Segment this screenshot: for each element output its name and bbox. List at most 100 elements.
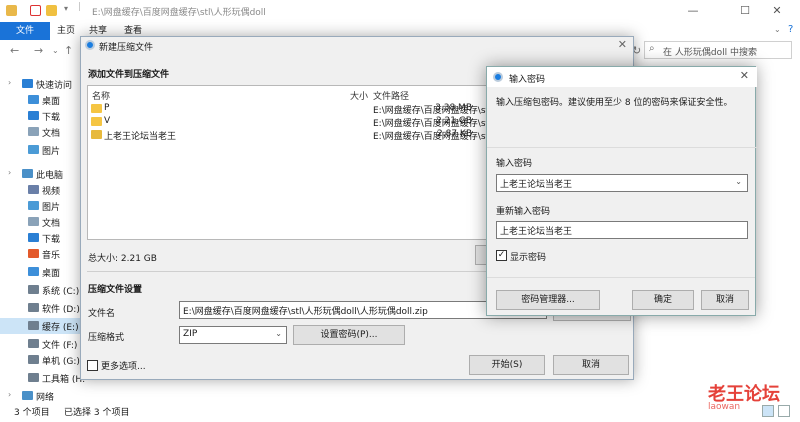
sidebar-item[interactable]: › 快速访问 bbox=[0, 76, 82, 92]
details-view-icon[interactable] bbox=[762, 405, 774, 417]
sidebar-item-label: 文件 (F:) bbox=[42, 341, 78, 351]
drive-icon bbox=[28, 321, 39, 330]
total-size: 总大小: 2.21 GB bbox=[88, 254, 157, 264]
sidebar-item[interactable]: 软件 (D:) bbox=[0, 300, 82, 316]
drive-icon bbox=[28, 339, 39, 348]
new-folder-icon[interactable] bbox=[46, 5, 57, 16]
file-path: E:\网盘缓存\百度网盘缓存\stl bbox=[373, 132, 492, 142]
password-label: 输入密码 bbox=[496, 159, 533, 169]
column-header-path[interactable]: 文件路径 bbox=[373, 89, 409, 102]
folder-icon bbox=[91, 104, 102, 113]
column-header-size[interactable]: 大小 bbox=[350, 89, 368, 102]
cancel-button[interactable]: 取消 bbox=[701, 290, 749, 310]
sidebar-item[interactable]: › 此电脑 bbox=[0, 166, 82, 182]
password-manager-button[interactable]: 密码管理器... bbox=[496, 290, 600, 310]
forward-arrow-icon[interactable]: → bbox=[34, 44, 43, 57]
dialog-title: 输入密码 bbox=[509, 75, 546, 85]
close-icon[interactable]: ✕ bbox=[740, 69, 749, 82]
sidebar-item-label: 缓存 (E:) bbox=[42, 323, 79, 333]
dialog-titlebar: 输入密码 ✕ bbox=[487, 67, 757, 87]
documents-icon bbox=[28, 217, 39, 226]
status-selected-count: 已选择 3 个项目 bbox=[64, 408, 130, 418]
sidebar-item[interactable]: 单机 (G:) bbox=[0, 352, 82, 368]
filename-label: 文件名 bbox=[88, 309, 116, 319]
sidebar-item[interactable]: 下载 bbox=[0, 230, 82, 246]
checkmark-icon[interactable]: ✓ bbox=[496, 250, 507, 261]
close-icon[interactable]: ✕ bbox=[618, 38, 627, 51]
column-header-name[interactable]: 名称 bbox=[92, 89, 110, 102]
titlebar-divider: | bbox=[78, 2, 82, 12]
tab-home[interactable]: 主页 bbox=[57, 22, 75, 40]
sidebar-item[interactable]: 缓存 (E:) bbox=[0, 318, 82, 334]
large-icons-view-icon[interactable] bbox=[778, 405, 790, 417]
dialog-title: 新建压缩文件 bbox=[99, 43, 154, 53]
chevron-right-icon[interactable]: › bbox=[8, 390, 11, 399]
sidebar-item-label: 系统 (C:) bbox=[42, 287, 80, 297]
sidebar-item[interactable]: 图片 bbox=[0, 142, 82, 158]
chevron-down-icon[interactable]: ⌄ bbox=[735, 177, 742, 186]
properties-icon[interactable] bbox=[30, 5, 41, 16]
password-input[interactable]: 上老王论坛当老王 ⌄ bbox=[496, 174, 748, 192]
section-heading-settings: 压缩文件设置 bbox=[88, 285, 143, 295]
chevron-right-icon[interactable]: › bbox=[8, 168, 11, 177]
quick-access-dropdown-icon[interactable]: ▾ bbox=[64, 4, 68, 13]
format-select[interactable]: ZIP ⌄ bbox=[179, 326, 287, 344]
repeat-password-input[interactable]: 上老王论坛当老王 bbox=[496, 221, 748, 239]
folder-icon bbox=[6, 5, 17, 16]
minimize-icon[interactable]: — bbox=[670, 0, 716, 22]
sidebar-item[interactable]: 音乐 bbox=[0, 246, 82, 262]
chevron-right-icon[interactable]: › bbox=[8, 78, 11, 87]
sidebar-item[interactable]: 下载 bbox=[0, 108, 82, 124]
star-icon bbox=[22, 79, 33, 88]
watermark-subtext: laowan bbox=[708, 402, 741, 412]
recent-locations-icon[interactable]: ⌄ bbox=[52, 46, 59, 55]
sidebar-item-label: 视频 bbox=[42, 187, 61, 197]
sidebar-item[interactable]: 系统 (C:) bbox=[0, 282, 82, 298]
more-options-label: 更多选项... bbox=[101, 362, 146, 372]
format-label: 压缩格式 bbox=[88, 333, 125, 343]
sidebar-item-label: 单机 (G:) bbox=[42, 357, 80, 367]
videos-icon bbox=[28, 185, 39, 194]
up-arrow-icon[interactable]: ↑ bbox=[64, 44, 73, 57]
status-item-count: 3 个项目 bbox=[14, 408, 50, 418]
sidebar-item-label: 桌面 bbox=[42, 97, 61, 107]
set-password-button[interactable]: 设置密码(P)... bbox=[293, 325, 405, 345]
sidebar-item[interactable]: 文件 (F:) bbox=[0, 336, 82, 352]
drive-icon bbox=[28, 303, 39, 312]
cancel-button[interactable]: 取消 bbox=[553, 355, 629, 375]
start-button[interactable]: 开始(S) bbox=[469, 355, 545, 375]
explorer-titlebar: ▾ | E:\网盘缓存\百度网盘缓存\stl\人形玩偶doll — ☐ ✕ bbox=[0, 0, 800, 22]
file-name: V bbox=[104, 116, 111, 126]
sidebar-item[interactable]: 图片 bbox=[0, 198, 82, 214]
window-title: E:\网盘缓存\百度网盘缓存\stl\人形玩偶doll bbox=[92, 8, 266, 18]
sidebar-item[interactable]: 文档 bbox=[0, 124, 82, 140]
search-input[interactable]: ⌕ 在 人形玩偶doll 中搜索 bbox=[644, 41, 792, 59]
status-bar: 3 个项目 已选择 3 个项目 bbox=[0, 402, 800, 422]
search-icon: ⌕ bbox=[649, 43, 655, 54]
sidebar-item-label: 此电脑 bbox=[36, 171, 64, 181]
back-arrow-icon[interactable]: ← bbox=[10, 44, 19, 57]
format-value: ZIP bbox=[183, 329, 198, 339]
ribbon-expand-icon[interactable]: ⌄ bbox=[774, 25, 781, 34]
sidebar-item[interactable]: 桌面 bbox=[0, 264, 82, 280]
divider bbox=[487, 147, 757, 148]
sidebar-item[interactable]: 工具箱 (H: bbox=[0, 370, 85, 386]
sidebar-item-label: 文档 bbox=[42, 219, 61, 229]
close-icon[interactable]: ✕ bbox=[754, 0, 800, 22]
sidebar-item-label: 软件 (D:) bbox=[42, 305, 80, 315]
ok-button[interactable]: 确定 bbox=[632, 290, 694, 310]
music-icon bbox=[28, 249, 39, 258]
download-icon bbox=[28, 233, 39, 242]
sidebar-item[interactable]: 视频 bbox=[0, 182, 82, 198]
sidebar-item[interactable]: 桌面 bbox=[0, 92, 82, 108]
checkbox-box[interactable] bbox=[87, 360, 98, 371]
help-icon[interactable]: ? bbox=[788, 24, 793, 35]
tab-file[interactable]: 文件 bbox=[0, 22, 50, 40]
sidebar-item[interactable]: 文档 bbox=[0, 214, 82, 230]
file-name: P bbox=[104, 103, 110, 113]
show-password-label: 显示密码 bbox=[510, 253, 547, 263]
drive-icon bbox=[28, 355, 39, 364]
drive-icon bbox=[28, 373, 39, 382]
desktop-icon bbox=[28, 267, 39, 276]
archiver-app-icon bbox=[493, 72, 503, 82]
